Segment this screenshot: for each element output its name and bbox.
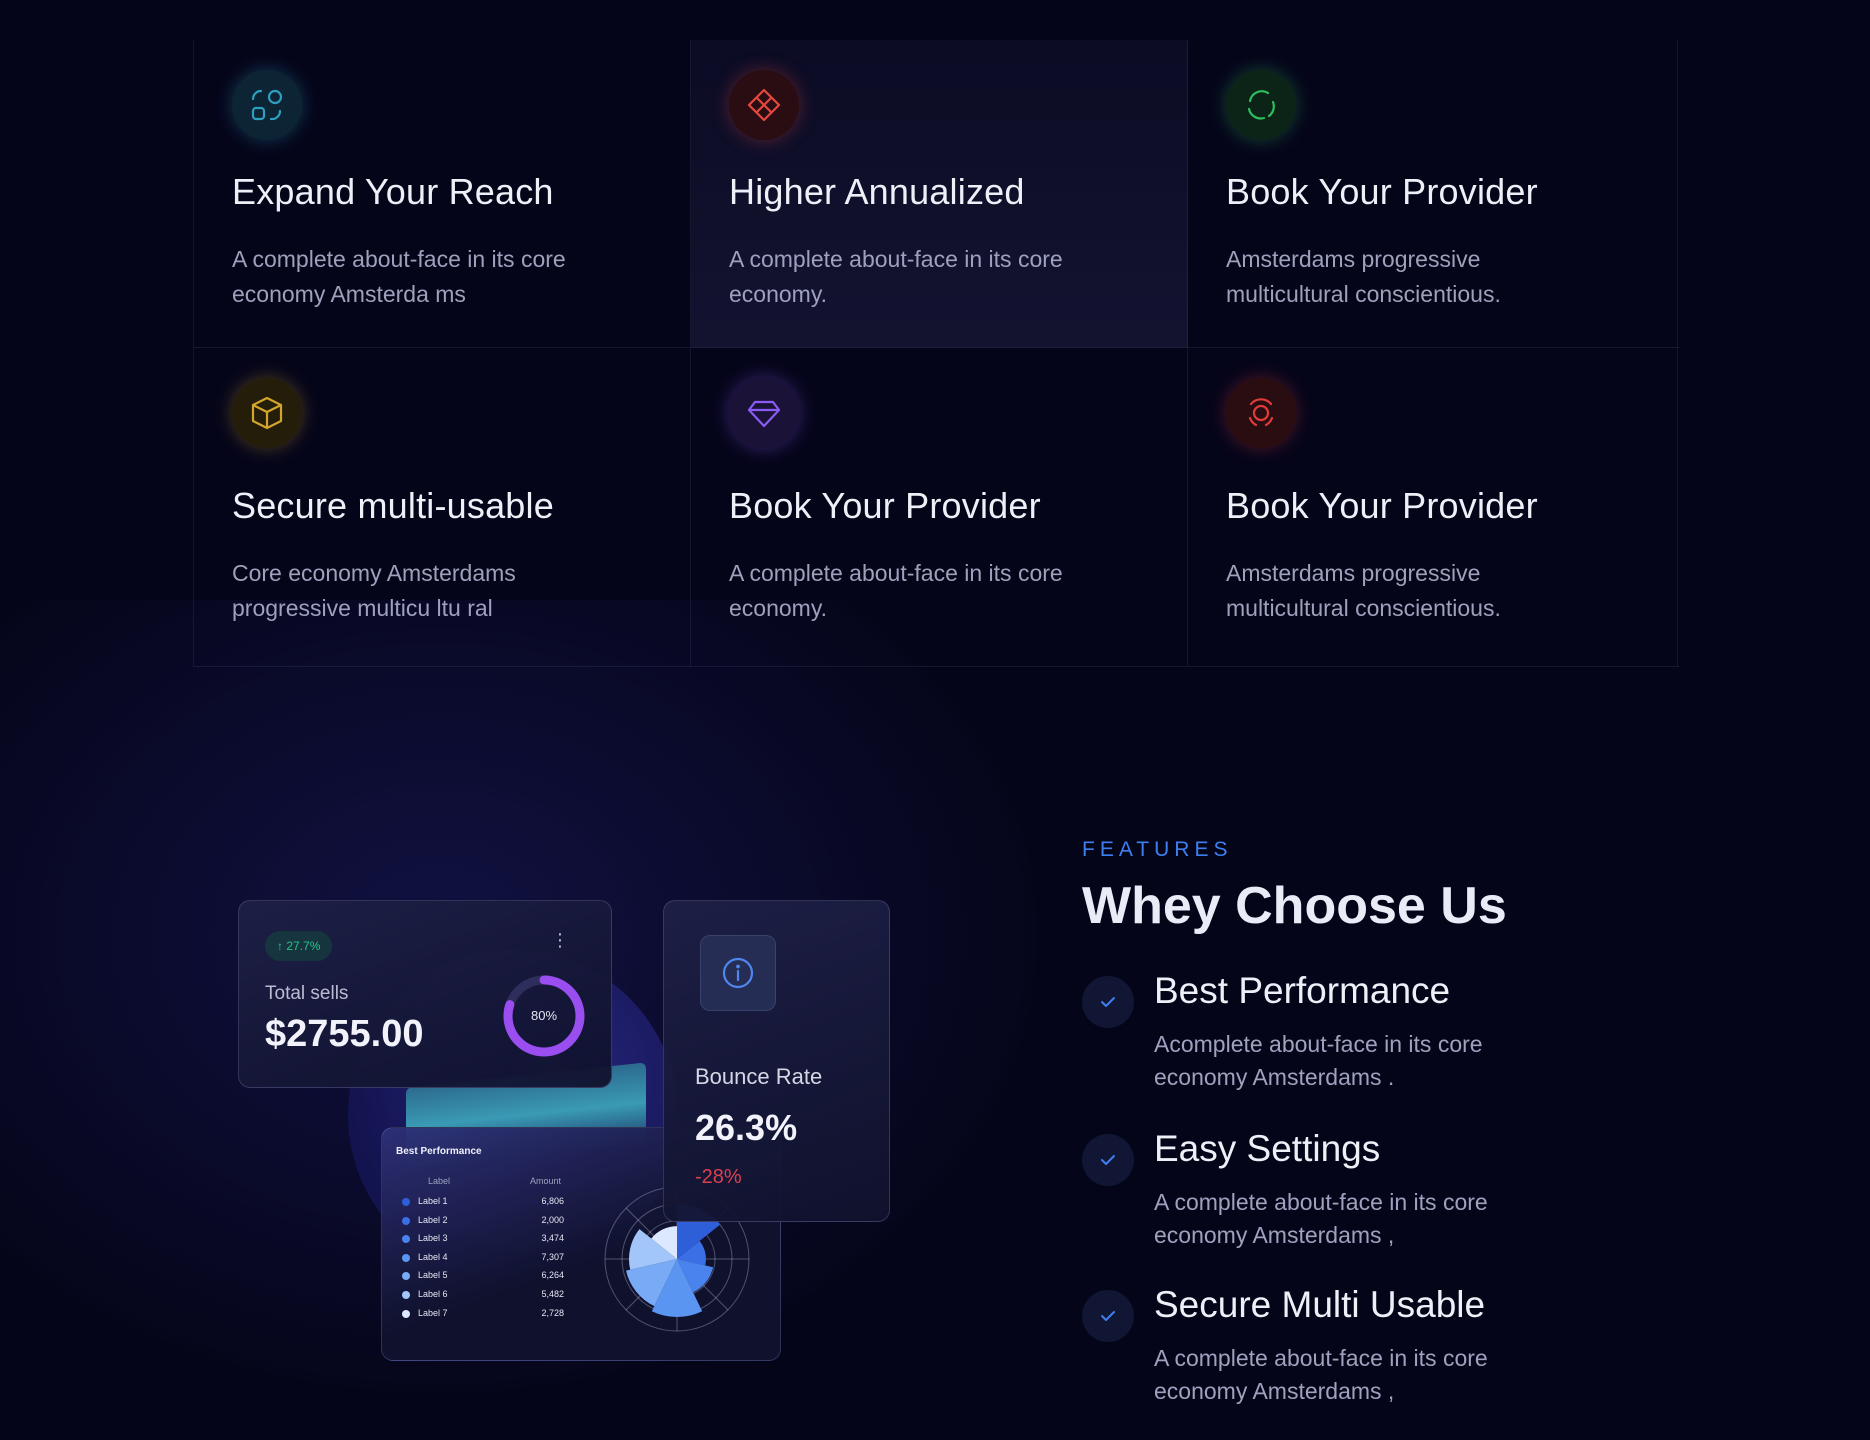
- feature-text: Amsterdams progressive multicultural con…: [1226, 245, 1501, 307]
- feature-title: Book Your Provider: [1226, 485, 1538, 526]
- section-heading: Whey Choose Us: [1082, 877, 1507, 935]
- table-row: Label 6 5,482: [402, 1287, 564, 1303]
- row-label: Label 4: [418, 1251, 448, 1262]
- feature-item-text: Acomplete about-face in its core economy…: [1154, 1031, 1483, 1090]
- feature-card: Book Your Provider Amsterdams progressiv…: [1188, 348, 1679, 667]
- feature-item-text: A complete about-face in its core econom…: [1154, 1345, 1488, 1404]
- row-amount: 2,000: [541, 1214, 564, 1225]
- feature-text: A complete about-face in its core econom…: [232, 245, 566, 307]
- check-icon: [1082, 1134, 1134, 1186]
- total-sells-label: Total sells: [265, 983, 349, 1004]
- table-row: Label 1 6,806: [402, 1194, 564, 1210]
- feature-item-title: Best Performance: [1154, 970, 1451, 1011]
- row-label: Label 7: [418, 1307, 448, 1318]
- check-icon: [1082, 1290, 1134, 1342]
- row-amount: 2,728: [541, 1307, 564, 1318]
- feature-text: A complete about-face in its core econom…: [729, 245, 1063, 307]
- info-icon: [700, 935, 776, 1011]
- progress-label: 80%: [530, 1008, 558, 1023]
- legend-dot: [402, 1216, 410, 1225]
- legend-dot: [402, 1309, 410, 1318]
- legend-dot: [402, 1235, 410, 1244]
- row-amount: 5,482: [541, 1289, 564, 1299]
- total-sells-card: ↑ 27.7% ⋮ Total sells $2755.00 80%: [238, 900, 612, 1088]
- bounce-rate-change: -28%: [695, 1166, 742, 1188]
- circle-arrows-icon: [1226, 70, 1296, 140]
- more-options-icon[interactable]: ⋮: [551, 931, 569, 949]
- column-header-amount: Amount: [530, 1176, 562, 1186]
- table-row: Label 4 7,307: [402, 1250, 564, 1266]
- feature-grid: Expand Your Reach A complete about-face …: [193, 40, 1679, 667]
- feature-item-title: Secure Multi Usable: [1154, 1284, 1486, 1325]
- row-label: Label 2: [418, 1214, 448, 1225]
- feature-title: Secure multi-usable: [232, 485, 554, 526]
- legend-dot: [402, 1272, 410, 1281]
- legend-dot: [402, 1291, 410, 1299]
- performance-title: Best Performance: [396, 1146, 482, 1157]
- row-label: Label 6: [418, 1289, 448, 1299]
- total-sells-value: $2755.00: [265, 1013, 424, 1055]
- table-row: Label 5 6,264: [402, 1268, 564, 1284]
- table-row: Label 2 2,000: [402, 1213, 564, 1229]
- shapes-icon: [232, 70, 302, 140]
- feature-text: Core economy Amsterdams progressive mult…: [232, 559, 516, 621]
- lifebuoy-icon: [1226, 378, 1296, 448]
- feature-item-text: A complete about-face in its core econom…: [1154, 1189, 1488, 1248]
- bounce-rate-card: Bounce Rate 26.3% -28%: [663, 900, 890, 1222]
- row-amount: 3,474: [541, 1233, 564, 1244]
- feature-card: Book Your Provider Amsterdams progressiv…: [1188, 40, 1679, 348]
- row-amount: 7,307: [541, 1251, 564, 1262]
- feature-card: Higher Annualized A complete about-face …: [691, 40, 1188, 348]
- feature-title: Book Your Provider: [1226, 171, 1538, 212]
- feature-card: Secure multi-usable Core economy Amsterd…: [194, 348, 691, 667]
- row-label: Label 3: [418, 1233, 448, 1244]
- feature-item-title: Easy Settings: [1154, 1128, 1381, 1169]
- check-icon: [1082, 976, 1134, 1028]
- feature-card: Book Your Provider A complete about-face…: [691, 348, 1188, 667]
- bounce-rate-label: Bounce Rate: [695, 1064, 823, 1089]
- row-amount: 6,806: [541, 1196, 564, 1206]
- feature-title: Expand Your Reach: [232, 171, 554, 212]
- feature-card: Expand Your Reach A complete about-face …: [194, 40, 691, 348]
- section-eyebrow: FEATURES: [1082, 838, 1233, 861]
- row-amount: 6,264: [541, 1270, 564, 1281]
- legend-dot: [402, 1253, 410, 1262]
- legend-dot: [402, 1198, 410, 1206]
- bounce-rate-value: 26.3%: [695, 1107, 798, 1148]
- gem-icon: [729, 378, 799, 448]
- feature-text: A complete about-face in its core econom…: [729, 559, 1063, 621]
- feature-text: Amsterdams progressive multicultural con…: [1226, 559, 1501, 621]
- cube-icon: [232, 378, 302, 448]
- dashboard-illustration: Best Performance Label Amount Label 1 6,8…: [238, 900, 898, 1370]
- table-row: Label 3 3,474: [402, 1231, 564, 1247]
- feature-title: Higher Annualized: [729, 171, 1025, 212]
- row-label: Label 5: [418, 1270, 448, 1281]
- features-section: FEATURES Whey Choose Us Best Performance…: [1082, 838, 1782, 1404]
- table-row: Label 7 2,728: [402, 1306, 564, 1322]
- column-header-label: Label: [428, 1176, 451, 1186]
- growth-badge: ↑ 27.7%: [265, 931, 333, 961]
- row-label: Label 1: [418, 1196, 448, 1206]
- feature-title: Book Your Provider: [729, 485, 1041, 526]
- diamond-grid-icon: [729, 70, 799, 140]
